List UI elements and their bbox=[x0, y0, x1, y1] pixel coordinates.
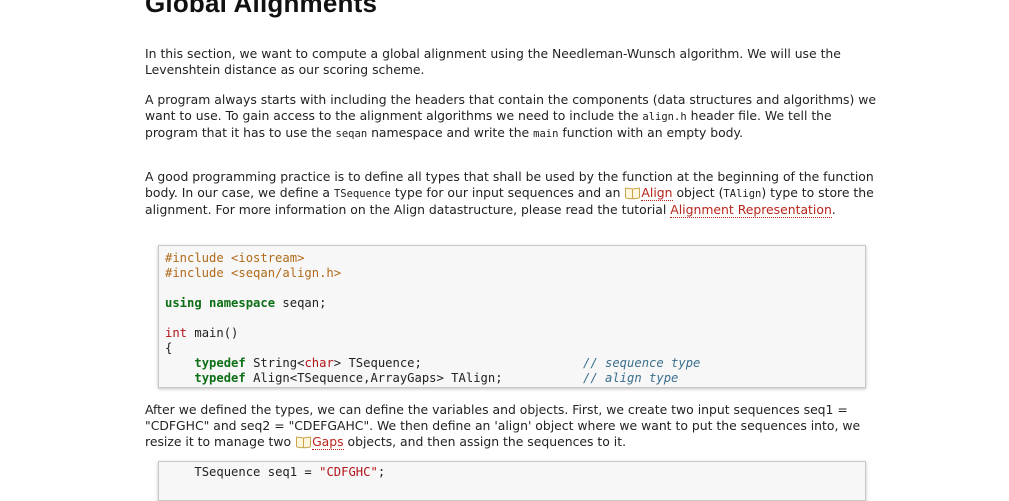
headers-paragraph: A program always starts with including t… bbox=[145, 92, 880, 142]
inline-code-tsequence: TSequence bbox=[333, 188, 391, 200]
seq1-declaration: seq1 = bbox=[260, 465, 320, 479]
typedef-align: Align<TSequence,ArrayGaps> TAlign; bbox=[245, 371, 503, 385]
headers-text-3: namespace and write the bbox=[367, 125, 534, 140]
main-signature: main() bbox=[187, 326, 239, 340]
char-keyword: char bbox=[304, 356, 334, 370]
typedef-keyword: typedef bbox=[194, 371, 246, 385]
types-text-3: object ( bbox=[672, 185, 724, 200]
using-keyword: using namespace bbox=[165, 296, 276, 310]
tsequence-type: TSequence bbox=[194, 465, 261, 479]
include-iostream: #include <iostream> bbox=[165, 251, 305, 265]
headers-text-4: function with an empty body. bbox=[558, 125, 744, 140]
types-text-5: . bbox=[831, 202, 836, 217]
inline-code-align-h: align.h bbox=[642, 111, 687, 123]
typedef-string-a: String< bbox=[245, 356, 305, 370]
code-line: #include <iostream> bbox=[165, 251, 859, 266]
variables-paragraph: After we defined the types, we can defin… bbox=[145, 402, 880, 450]
variables-text-2: objects, and then assign the sequences t… bbox=[343, 434, 627, 449]
types-paragraph: A good programming practice is to define… bbox=[145, 169, 880, 218]
inline-code-main: main bbox=[533, 128, 559, 140]
book-icon bbox=[295, 437, 311, 447]
seq1-string: "CDFGHC" bbox=[319, 465, 378, 479]
typedef-keyword: typedef bbox=[194, 356, 246, 370]
inline-code-talign: TAlign bbox=[723, 188, 762, 200]
types-text-2: type for our input sequences and an bbox=[390, 185, 625, 200]
intro-paragraph: In this section, we want to compute a gl… bbox=[145, 46, 880, 78]
code-line: #include <seqan/align.h> bbox=[165, 266, 859, 281]
book-icon bbox=[624, 188, 640, 198]
using-rest: seqan; bbox=[275, 296, 327, 310]
typedef-string-b: > TSequence; bbox=[333, 356, 422, 370]
align-link[interactable]: Align bbox=[641, 185, 673, 201]
statement-end: ; bbox=[377, 465, 386, 479]
code-block-1: #include <iostream> #include <seqan/alig… bbox=[158, 245, 866, 388]
open-brace: { bbox=[165, 341, 173, 355]
alignment-representation-link[interactable]: Alignment Representation bbox=[670, 202, 832, 218]
code-line: { bbox=[165, 341, 859, 356]
align-type-comment: // align type bbox=[583, 371, 679, 385]
inline-code-seqan: seqan bbox=[335, 128, 368, 140]
code-block-2: TSequence seq1 = "CDFGHC"; bbox=[158, 461, 866, 501]
int-keyword: int bbox=[165, 326, 188, 340]
code-line: typedef String<char> TSequence; // sequen… bbox=[165, 356, 859, 371]
include-align: #include <seqan/align.h> bbox=[165, 266, 342, 280]
code-line: typedef Align<TSequence,ArrayGaps> TAlig… bbox=[165, 371, 859, 386]
intro-text: In this section, we want to compute a gl… bbox=[145, 46, 841, 77]
gaps-link[interactable]: Gaps bbox=[312, 434, 344, 450]
page-title: Global Alignments bbox=[145, 0, 378, 18]
code-line: using namespace seqan; bbox=[165, 296, 859, 311]
code-line: int main() bbox=[165, 326, 859, 341]
sequence-type-comment: // sequence type bbox=[583, 356, 701, 370]
